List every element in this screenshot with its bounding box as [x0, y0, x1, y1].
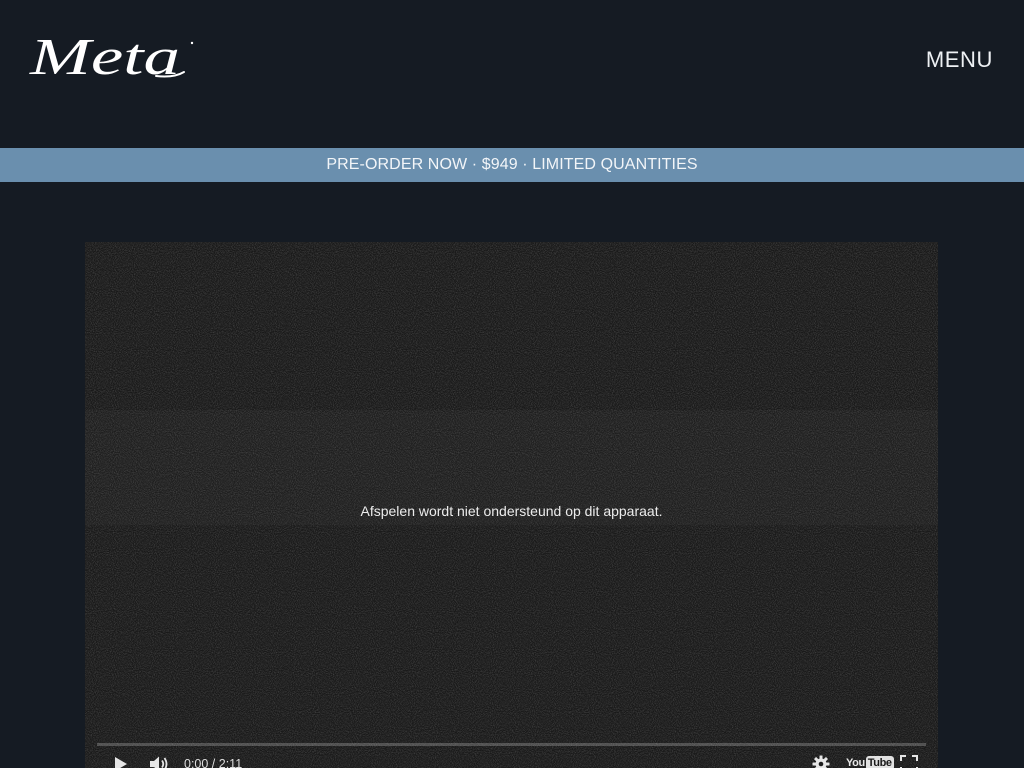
time-display: 0:00 / 2:11	[184, 757, 243, 768]
youtube-logo-tube: Tube	[865, 756, 894, 768]
meta-logo[interactable]: Meta	[28, 34, 198, 84]
video-player[interactable]: Afspelen wordt niet ondersteund op dit a…	[85, 242, 938, 768]
site-header: Meta MENU	[0, 0, 1024, 148]
fullscreen-button[interactable]	[900, 755, 918, 768]
fullscreen-icon	[900, 755, 918, 768]
youtube-logo[interactable]: You Tube	[846, 755, 894, 768]
page: Meta MENU PRE-ORDER NOW · $949 · LIMITED…	[0, 0, 1024, 768]
gear-icon	[812, 755, 830, 768]
play-button[interactable]	[114, 756, 128, 768]
progress-bar[interactable]	[97, 743, 926, 746]
play-icon	[115, 757, 127, 768]
volume-button[interactable]	[149, 755, 171, 768]
meta-logo-mark: Meta	[29, 34, 194, 84]
settings-button[interactable]	[812, 755, 830, 768]
volume-icon	[150, 756, 168, 768]
playback-unsupported-message: Afspelen wordt niet ondersteund op dit a…	[360, 503, 663, 519]
youtube-logo-you: You	[846, 757, 865, 768]
menu-button[interactable]: MENU	[926, 47, 993, 73]
preorder-banner[interactable]: PRE-ORDER NOW · $949 · LIMITED QUANTITIE…	[0, 148, 1024, 182]
